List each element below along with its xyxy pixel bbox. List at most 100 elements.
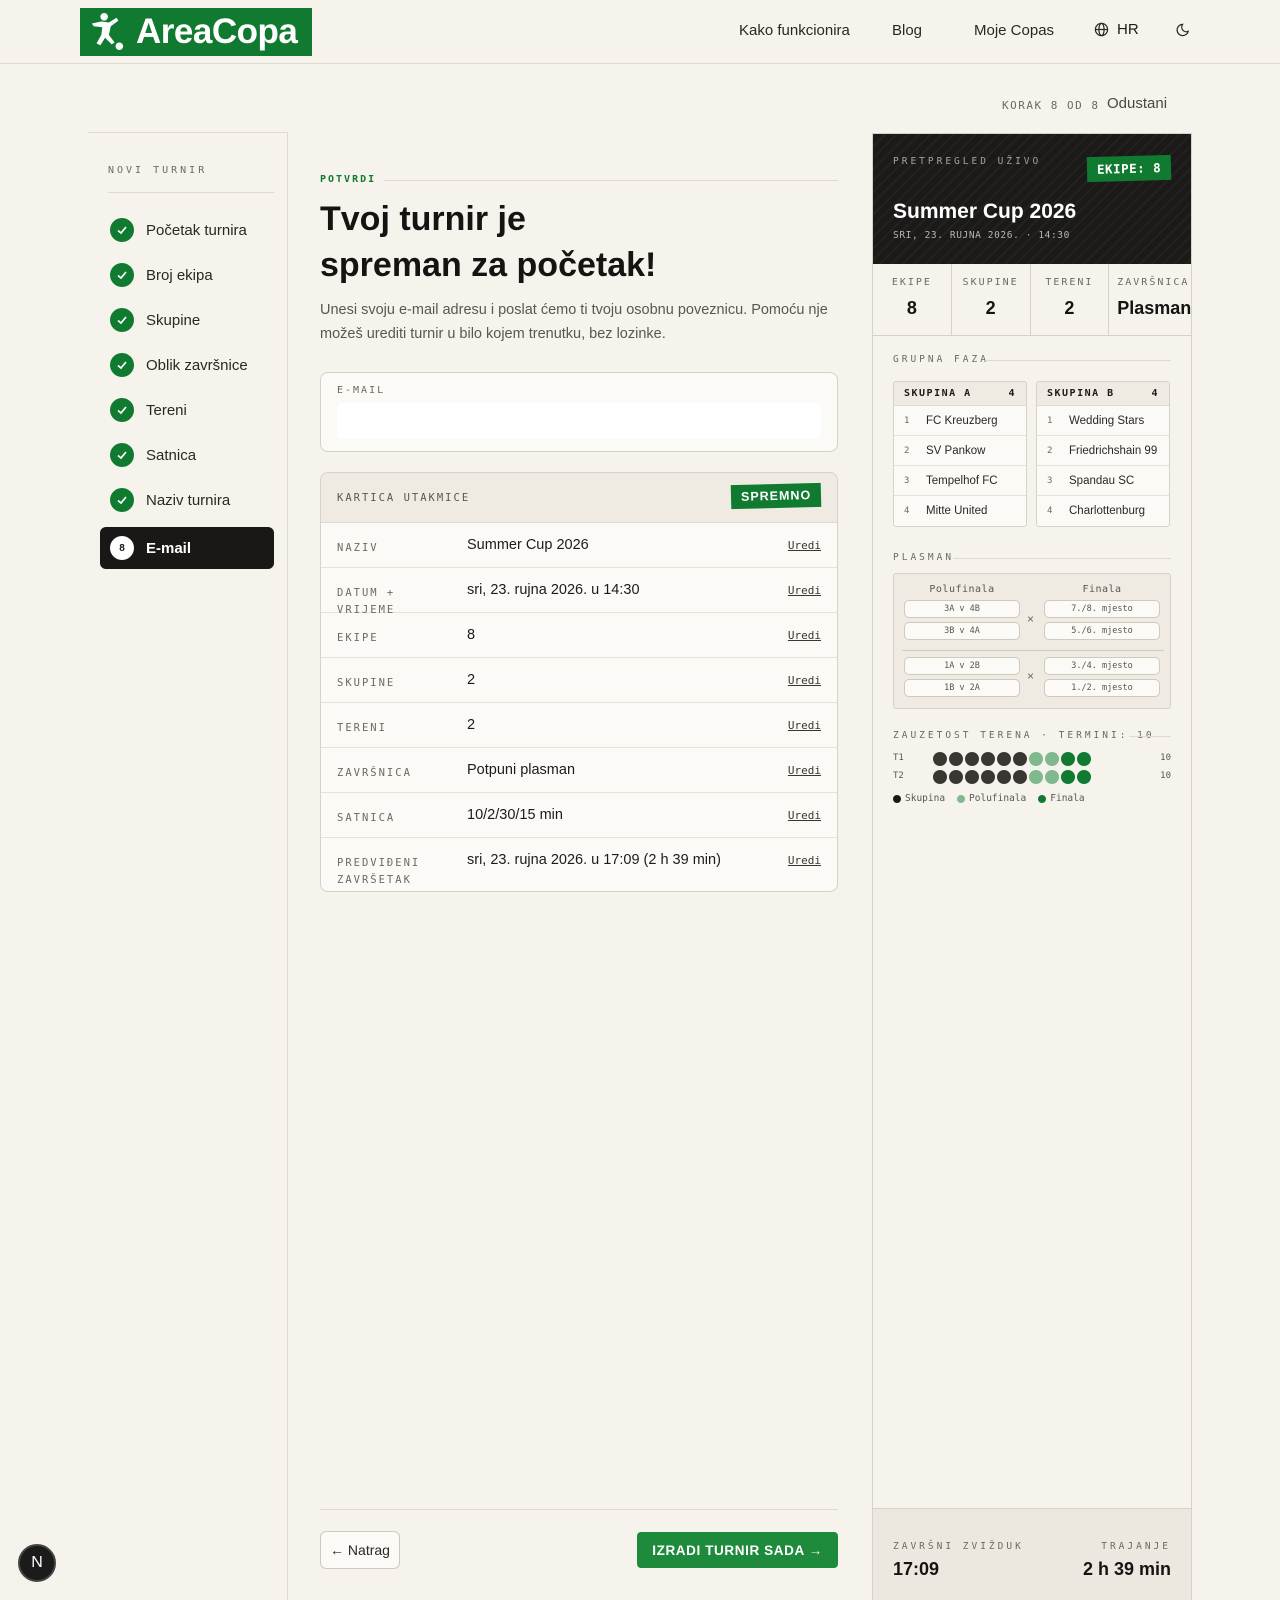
summary-key: NAZIV (337, 542, 379, 554)
court-slot-count: 10 (1160, 753, 1171, 763)
team-rank: 4 (904, 506, 910, 516)
language-selector[interactable]: HR (1094, 21, 1139, 38)
nav-how-it-works[interactable]: Kako funkcionira (739, 22, 850, 39)
top-bar: AreaCopa Kako funkcionira Blog Moje Copa… (0, 0, 1280, 64)
court-slot-final (1077, 752, 1091, 766)
legend-group: Skupina (893, 793, 945, 804)
edit-link[interactable]: Uredi (788, 674, 821, 687)
team-name: SV Pankow (926, 444, 986, 457)
sidebar-step-label: Naziv turnira (146, 491, 231, 509)
team-name: FC Kreuzberg (926, 414, 998, 427)
lead-text: Unesi svoju e-mail adresu i poslat ćemo … (320, 302, 828, 342)
group-team-row: 2 Friedrichshain 99 (1037, 436, 1169, 466)
page-title-line1: Tvoj turnir je (320, 200, 526, 238)
back-button[interactable]: ← Natrag (320, 1531, 400, 1569)
bracket-divider (902, 650, 1164, 651)
check-icon (110, 218, 134, 242)
court-slot-group (997, 752, 1011, 766)
court-row-t2: T2 10 (893, 770, 1171, 784)
summary-row-schedule: SATNICA 10/2/30/15 min Uredi (321, 793, 837, 838)
check-icon (110, 443, 134, 467)
sidebar-divider (108, 192, 274, 193)
summary-value: sri, 23. rujna 2026. u 14:30 (467, 582, 640, 598)
nav-my-copas[interactable]: Moje Copas (974, 22, 1054, 39)
summary-key: SATNICA (337, 812, 396, 824)
dev-tools-badge[interactable]: N (18, 1544, 56, 1582)
summary-row-finals: ZAVRŠNICA Potpuni plasman Uredi (321, 748, 837, 793)
sidebar-title: NOVI TURNIR (108, 165, 208, 176)
bracket-match: 3B v 4A (904, 622, 1020, 640)
language-label: HR (1117, 21, 1139, 38)
edit-link[interactable]: Uredi (788, 629, 821, 642)
section-line (985, 360, 1171, 361)
sidebar-step-finals-format[interactable]: Oblik završnice (100, 344, 274, 386)
legend-final: Finala (1038, 793, 1085, 804)
stat-label: ZAVRŠNICA (1117, 277, 1190, 288)
globe-icon (1094, 22, 1109, 37)
sidebar-step-name[interactable]: Naziv turnira (100, 479, 274, 521)
placement-title: PLASMAN (893, 552, 955, 563)
sidebar-step-email[interactable]: 8 E-mail (100, 527, 274, 569)
team-name: Tempelhof FC (926, 474, 998, 487)
group-team-row: 4 Charlottenburg (1037, 496, 1169, 526)
step-number-badge: 8 (110, 536, 134, 560)
preview-date: SRI, 23. RUJNA 2026. · 14:30 (893, 230, 1070, 241)
edit-link[interactable]: Uredi (788, 584, 821, 597)
footer-divider (320, 1509, 838, 1510)
placement-bracket: Polufinala Finala 3A v 4B 3B v 4A × 7./8… (893, 573, 1171, 709)
sidebar-step-teams[interactable]: Broj ekipa (100, 254, 274, 296)
court-slot-final (1077, 770, 1091, 784)
edit-link[interactable]: Uredi (788, 539, 821, 552)
cancel-button[interactable]: Odustani (1107, 95, 1167, 112)
sidebar-step-courts[interactable]: Tereni (100, 389, 274, 431)
section-line (1129, 736, 1171, 737)
bracket-placement: 5./6. mjesto (1044, 622, 1160, 640)
nav-blog[interactable]: Blog (892, 22, 922, 39)
group-team-row: 1 FC Kreuzberg (894, 406, 1026, 436)
section-line (953, 558, 1171, 559)
stat-value: 2 (985, 298, 996, 318)
email-input[interactable] (337, 403, 821, 439)
legend-dot (893, 794, 901, 803)
sidebar-step-start[interactable]: Početak turnira (100, 209, 274, 251)
section-eyebrow: POTVRDI (320, 174, 377, 185)
eyebrow-line (384, 180, 838, 181)
final-whistle-label: ZAVRŠNI ZVIŽDUK (893, 1541, 1024, 1552)
stat-label: SKUPINE (962, 277, 1019, 288)
court-slot-group (965, 752, 979, 766)
match-card: KARTICA UTAKMICE SPREMNO NAZIV Summer Cu… (320, 472, 838, 892)
stat-label: TERENI (1045, 277, 1094, 288)
edit-link[interactable]: Uredi (788, 764, 821, 777)
team-rank: 3 (1047, 475, 1053, 486)
preview-live-label: PRETPREGLED UŽIVO (893, 156, 1042, 167)
edit-link[interactable]: Uredi (788, 719, 821, 732)
ready-badge: SPREMNO (730, 482, 822, 510)
summary-value: Summer Cup 2026 (467, 537, 589, 553)
check-icon (110, 488, 134, 512)
logo[interactable]: AreaCopa (80, 8, 312, 56)
preview-title: Summer Cup 2026 (893, 200, 1077, 223)
team-rank: 4 (1047, 506, 1053, 516)
final-whistle-value: 17:09 (893, 1559, 940, 1579)
edit-link[interactable]: Uredi (788, 854, 821, 867)
team-name: Spandau SC (1069, 474, 1135, 487)
court-slot-final (1061, 770, 1075, 784)
summary-value: 2 (467, 717, 476, 733)
match-card-title: KARTICA UTAKMICE (337, 492, 471, 504)
legend-dot (1038, 794, 1047, 803)
moon-icon (1176, 23, 1190, 37)
sidebar-step-groups[interactable]: Skupine (100, 299, 274, 341)
sidebar-step-schedule[interactable]: Satnica (100, 434, 274, 476)
edit-link[interactable]: Uredi (788, 809, 821, 822)
court-name: T2 (893, 771, 904, 781)
theme-toggle[interactable] (1176, 22, 1191, 42)
court-slot-semi (1045, 752, 1059, 766)
team-rank: 1 (1047, 415, 1053, 426)
summary-row-name: NAZIV Summer Cup 2026 Uredi (321, 523, 837, 568)
group-count: 4 (1008, 388, 1016, 399)
summary-row-groups: SKUPINE 2 Uredi (321, 658, 837, 703)
court-slot-semi (1045, 770, 1059, 784)
group-team-row: 4 Mitte United (894, 496, 1026, 526)
court-slot-final (1061, 752, 1075, 766)
create-tournament-button[interactable]: IZRADI TURNIR SADA → (637, 1532, 838, 1568)
